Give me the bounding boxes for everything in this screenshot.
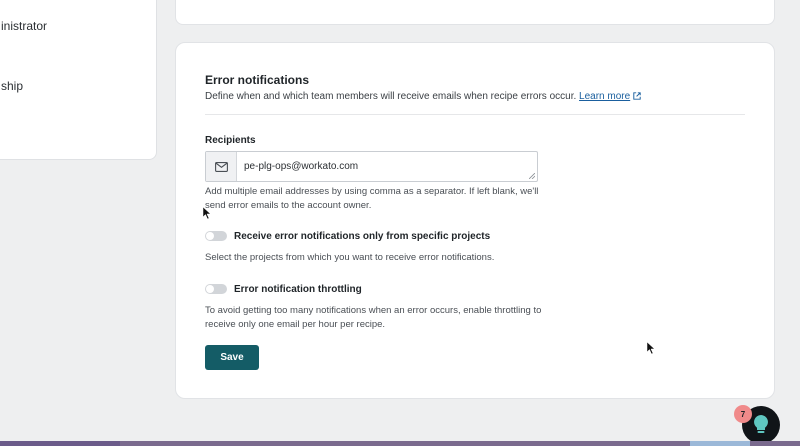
bottom-strip xyxy=(0,441,800,446)
recipients-input[interactable]: pe-plg-ops@workato.com xyxy=(205,151,538,182)
throttling-toggle[interactable] xyxy=(205,284,227,294)
divider xyxy=(205,114,745,115)
previous-settings-card xyxy=(175,0,775,25)
projects-toggle-label: Receive error notifications only from sp… xyxy=(234,230,491,242)
learn-more-link[interactable]: Learn more xyxy=(579,91,630,102)
mouse-cursor-icon xyxy=(203,207,211,219)
projects-toggle[interactable] xyxy=(205,231,227,241)
projects-help: Select the projects from which you want … xyxy=(205,252,495,263)
save-button[interactable]: Save xyxy=(205,345,259,370)
recipients-value: pe-plg-ops@workato.com xyxy=(244,161,359,172)
lightbulb-icon xyxy=(754,415,768,433)
sidebar-item-administrator[interactable]: inistrator xyxy=(1,19,47,33)
error-notifications-card: Error notifications Define when and whic… xyxy=(175,42,775,399)
projects-toggle-row: Receive error notifications only from sp… xyxy=(205,229,490,243)
throttling-toggle-label: Error notification throttling xyxy=(234,283,362,295)
settings-sidebar: inistrator ship xyxy=(0,0,157,160)
section-title: Error notifications xyxy=(205,73,310,87)
description-text: Define when and which team members will … xyxy=(205,91,577,102)
mouse-cursor-icon xyxy=(647,342,655,354)
section-description: Define when and which team members will … xyxy=(205,91,641,102)
recipients-help: Add multiple email addresses by using co… xyxy=(205,186,539,211)
external-link-icon xyxy=(633,92,641,100)
email-icon xyxy=(206,152,237,181)
notification-badge: 7 xyxy=(734,405,752,423)
recipients-label: Recipients xyxy=(205,135,256,146)
throttling-toggle-row: Error notification throttling xyxy=(205,282,362,296)
throttling-help: To avoid getting too many notifications … xyxy=(205,305,542,330)
resize-grip-icon[interactable] xyxy=(529,173,535,179)
sidebar-item-ownership[interactable]: ship xyxy=(1,79,23,93)
